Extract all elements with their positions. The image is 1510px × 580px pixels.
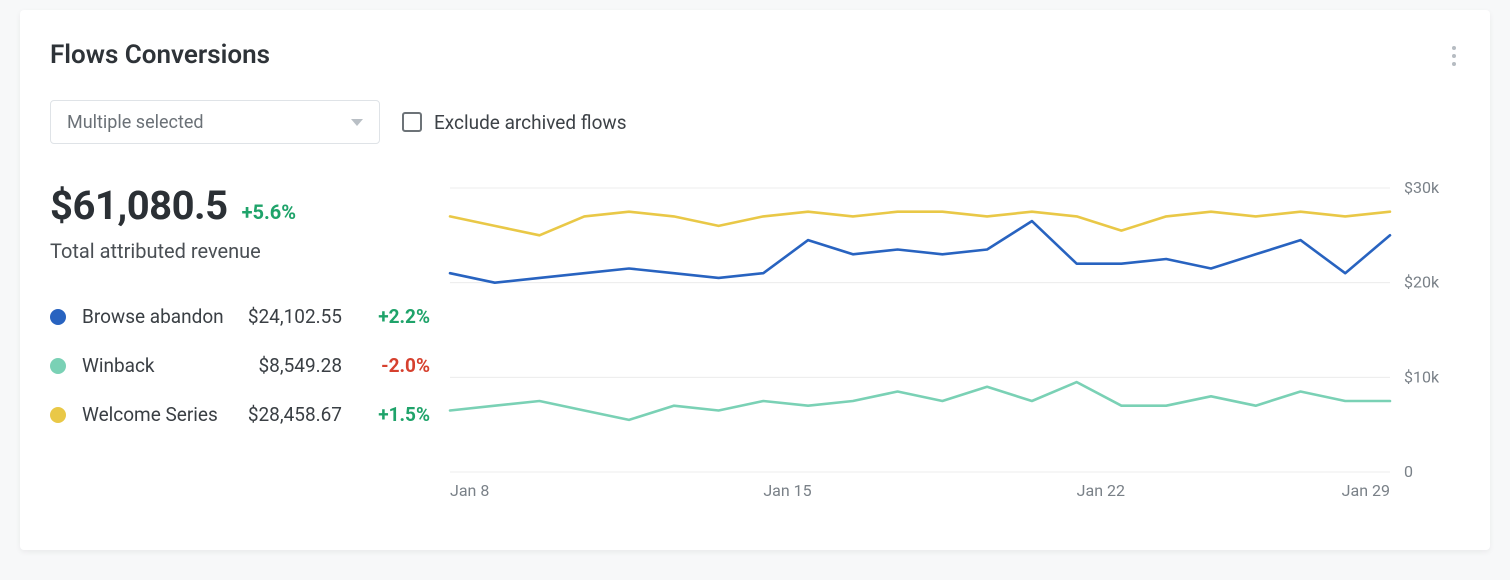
svg-text:Jan 22: Jan 22	[1077, 481, 1125, 500]
legend-delta: +2.2%	[360, 305, 430, 328]
checkbox-icon	[402, 112, 422, 132]
svg-text:Jan 8: Jan 8	[450, 481, 489, 500]
legend-row[interactable]: Winback $8,549.28 -2.0%	[50, 354, 430, 377]
dropdown-label: Multiple selected	[67, 112, 204, 133]
svg-text:$30k: $30k	[1404, 182, 1440, 197]
legend-value: $28,458.67	[248, 403, 342, 426]
total-revenue-subtitle: Total attributed revenue	[50, 239, 430, 263]
legend-swatch	[50, 407, 66, 423]
legend-row[interactable]: Welcome Series $28,458.67 +1.5%	[50, 403, 430, 426]
legend-delta: +1.5%	[360, 403, 430, 426]
legend-swatch	[50, 358, 66, 374]
legend-name: Browse abandon	[82, 305, 224, 328]
legend-value: $24,102.55	[248, 305, 342, 328]
svg-text:Jan 29: Jan 29	[1342, 481, 1390, 500]
legend-delta: -2.0%	[360, 354, 430, 377]
svg-text:Jan 15: Jan 15	[763, 481, 811, 500]
flows-conversions-card: Flows Conversions Multiple selected Excl…	[20, 10, 1490, 550]
svg-text:$20k: $20k	[1404, 273, 1440, 292]
svg-text:$10k: $10k	[1404, 367, 1440, 386]
total-revenue-value: $61,080.5	[50, 182, 228, 229]
legend-value: $8,549.28	[259, 354, 343, 377]
exclude-archived-label: Exclude archived flows	[434, 111, 627, 134]
svg-text:0: 0	[1404, 462, 1413, 481]
legend-row[interactable]: Browse abandon $24,102.55 +2.2%	[50, 305, 430, 328]
legend: Browse abandon $24,102.55 +2.2% Winback $8,5…	[50, 305, 430, 426]
chevron-down-icon	[351, 119, 363, 126]
legend-swatch	[50, 309, 66, 325]
exclude-archived-toggle[interactable]: Exclude archived flows	[402, 111, 627, 134]
card-title: Flows Conversions	[50, 40, 270, 70]
legend-name: Welcome Series	[82, 403, 218, 426]
legend-name: Winback	[82, 354, 155, 377]
flows-filter-dropdown[interactable]: Multiple selected	[50, 100, 380, 144]
summary-panel: $61,080.5 +5.6% Total attributed revenue…	[50, 182, 430, 426]
total-revenue-delta: +5.6%	[242, 200, 296, 224]
revenue-line-chart: 0 $10k $20k $30k Jan 8 Jan 15 Jan 22 Jan 29	[440, 182, 1462, 502]
more-menu-icon[interactable]	[1446, 40, 1462, 72]
